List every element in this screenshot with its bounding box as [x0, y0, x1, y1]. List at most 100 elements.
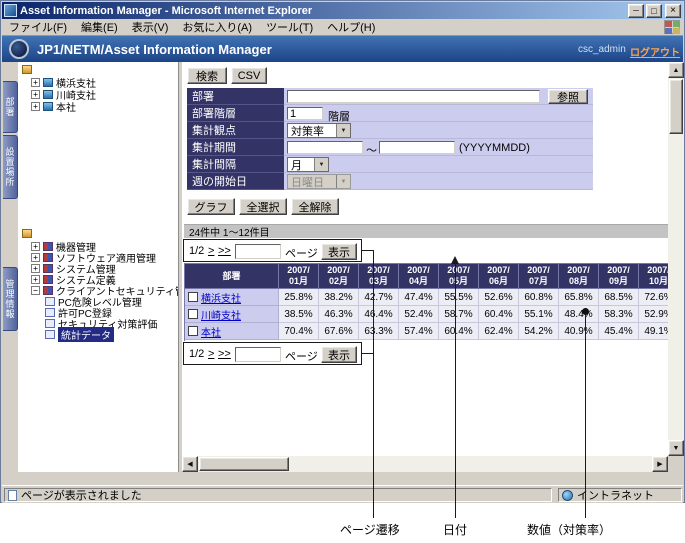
scroll-up-icon[interactable]: ▲	[668, 62, 684, 78]
app-header: JP1/NETM/Asset Information Manager csc_a…	[2, 36, 683, 62]
expand-icon[interactable]: +	[31, 253, 40, 262]
value-cell: 60.4%	[479, 306, 519, 323]
tree-panel: + 横浜支社 + 川崎支社 + 本社 + 機器管理 + ソフトウェア適用管理 +…	[18, 62, 179, 472]
value-cell: 55.1%	[519, 306, 559, 323]
value-cell: 45.4%	[599, 323, 639, 340]
branch-icon	[43, 90, 53, 99]
period-from-input[interactable]	[287, 141, 363, 154]
value-cell: 38.2%	[319, 289, 359, 306]
department-link[interactable]: 横浜支社	[201, 290, 241, 305]
clear-all-button[interactable]: 全解除	[291, 198, 339, 215]
leaf-icon	[45, 330, 55, 339]
annotation-label-date: 日付	[443, 523, 468, 537]
minimize-button[interactable]: ─	[628, 3, 644, 18]
hierarchy-input[interactable]	[287, 107, 323, 120]
category-icon	[43, 242, 53, 251]
search-button[interactable]: 検索	[187, 67, 227, 84]
scroll-down-icon[interactable]: ▼	[668, 440, 684, 456]
menu-file[interactable]: ファイル(F)	[2, 18, 74, 36]
value-cell: 25.8%	[279, 289, 319, 306]
tab-department[interactable]: 部署	[3, 81, 18, 133]
col-header-month: 2007/09月	[599, 264, 639, 289]
menu-bar: ファイル(F) 編集(E) 表示(V) お気に入り(A) ツール(T) ヘルプ(…	[2, 19, 683, 36]
status-bar: ページが表示されました イントラネット	[2, 485, 683, 503]
expand-icon[interactable]: +	[31, 102, 40, 111]
month-part: 07月	[528, 276, 548, 286]
month-part: 05月	[448, 276, 468, 286]
scroll-right-icon[interactable]: ▶	[652, 456, 668, 472]
col-header-department: 部署	[185, 264, 279, 289]
row-checkbox[interactable]	[188, 292, 198, 302]
value-cell: 38.5%	[279, 306, 319, 323]
branch-icon	[43, 102, 53, 111]
expand-icon[interactable]: +	[31, 264, 40, 273]
row-checkbox[interactable]	[188, 326, 198, 336]
expand-icon[interactable]: +	[31, 78, 40, 87]
category-icon	[43, 275, 53, 284]
tree-item-statistics-data[interactable]: 統計データ	[45, 327, 114, 342]
department-tree-root-icon	[22, 65, 32, 74]
annotation-box-pagination-bottom	[183, 342, 362, 365]
tab-management-info[interactable]: 管理情報	[3, 267, 18, 331]
menu-edit[interactable]: 編集(E)	[74, 18, 125, 36]
value-cell: 63.3%	[359, 323, 399, 340]
department-input[interactable]	[287, 90, 540, 103]
year-part: 2007/	[527, 265, 550, 275]
col-header-month: 2007/03月	[359, 264, 399, 289]
tree-item-label: 本社	[56, 103, 76, 114]
expand-icon[interactable]: +	[31, 90, 40, 99]
col-header-month: 2007/06月	[479, 264, 519, 289]
value-cell: 49.1%	[639, 323, 668, 340]
viewpoint-select[interactable]: 対策率 ▼	[287, 123, 351, 138]
department-link[interactable]: 川崎支社	[201, 307, 241, 322]
scroll-left-icon[interactable]: ◀	[182, 456, 198, 472]
interval-select[interactable]: 月 ▼	[287, 157, 329, 172]
year-part: 2007/	[407, 265, 430, 275]
collapse-icon[interactable]: −	[31, 286, 40, 295]
browse-button[interactable]: 参照	[548, 89, 588, 104]
annotation-label-page-nav: ページ遷移	[340, 523, 400, 537]
maximize-button[interactable]: □	[646, 3, 662, 18]
col-header-month: 2007/08月	[559, 264, 599, 289]
logout-link[interactable]: ログアウト	[630, 44, 680, 59]
horizontal-scroll-thumb[interactable]	[199, 457, 289, 471]
menu-tools[interactable]: ツール(T)	[259, 18, 320, 36]
menu-favorites[interactable]: お気に入り(A)	[175, 18, 259, 36]
menu-help[interactable]: ヘルプ(H)	[320, 18, 382, 36]
department-link[interactable]: 本社	[201, 324, 221, 339]
period-to-input[interactable]	[379, 141, 455, 154]
management-tree-root-icon	[22, 229, 32, 238]
month-part: 02月	[328, 276, 348, 286]
leaf-icon	[45, 308, 55, 317]
expand-icon[interactable]: +	[31, 275, 40, 284]
value-cell: 46.3%	[319, 306, 359, 323]
form-label-hierarchy: 部署階層	[187, 105, 284, 122]
window-title: Asset Information Manager - Microsoft In…	[20, 4, 313, 17]
form-row-interval	[284, 156, 593, 173]
weekstart-select-disabled: 日曜日 ▼	[287, 174, 351, 189]
menu-view[interactable]: 表示(V)	[125, 18, 176, 36]
expand-icon[interactable]: +	[31, 242, 40, 251]
annotation-label-value: 数値（対策率）	[527, 523, 612, 537]
close-button[interactable]: ×	[665, 3, 681, 18]
value-cell: 58.7%	[439, 306, 479, 323]
value-cell: 62.4%	[479, 323, 519, 340]
leaf-icon	[45, 297, 55, 306]
month-part: 06月	[488, 276, 508, 286]
row-checkbox[interactable]	[188, 309, 198, 319]
left-pane: 部署 設置場所 管理情報 + 横浜支社 + 川崎支社 + 本社 + 機器管理 +…	[2, 62, 180, 472]
csv-button[interactable]: CSV	[231, 67, 267, 84]
col-header-month: 2007/07月	[519, 264, 559, 289]
tree-item-honsha[interactable]: + 本社	[31, 101, 76, 114]
vertical-scroll-thumb[interactable]	[669, 79, 683, 134]
status-right-panel: イントラネット	[558, 488, 682, 502]
select-all-button[interactable]: 全選択	[239, 198, 287, 215]
tab-location[interactable]: 設置場所	[3, 135, 18, 199]
right-pane: 検索 CSV 部署 参照 部署階層 階層 集計観点 対策率 ▼ 集計期間 ～ (…	[182, 62, 684, 472]
graph-button[interactable]: グラフ	[187, 198, 235, 215]
zone-text: イントラネット	[577, 490, 654, 502]
category-icon	[43, 264, 53, 273]
value-cell: 58.3%	[599, 306, 639, 323]
value-cell: 60.8%	[519, 289, 559, 306]
title-bar: Asset Information Manager - Microsoft In…	[2, 2, 683, 19]
